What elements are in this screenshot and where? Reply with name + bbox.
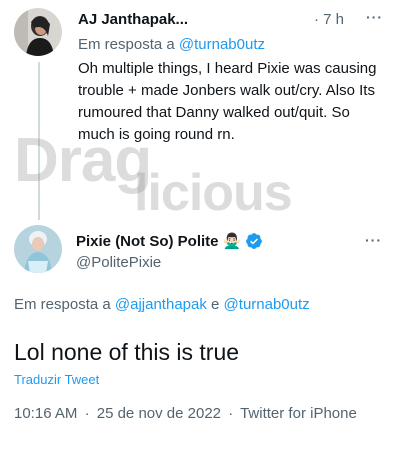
reply-mention-link[interactable]: @turnab0utz [179, 36, 265, 53]
tweet2-name-row: Pixie (Not So) Polite 🙅🏻‍♂️ [76, 232, 263, 250]
tweet-time[interactable]: 10:16 AM [14, 405, 77, 422]
tweet2-author-name[interactable]: Pixie (Not So) Polite [76, 233, 219, 250]
avatar-photo [14, 8, 62, 56]
tweet-source: Twitter for iPhone [240, 405, 357, 422]
reply-mention-link-1[interactable]: @ajjanthapak [115, 296, 207, 313]
reply-prefix: Em resposta a [14, 296, 111, 313]
tweet1-header: AJ Janthapak... · 7 h ··· [78, 9, 387, 31]
tweet1-reply-context: Em resposta a @turnab0utz [78, 36, 265, 53]
reply-prefix: Em resposta a [78, 36, 175, 53]
avatar-photo [14, 225, 62, 273]
reply-conjunction: e [211, 296, 220, 313]
tweet2-reply-context: Em resposta a @ajjanthapak e @turnab0utz [14, 296, 310, 313]
separator: · [228, 405, 234, 422]
tweet1-text: Oh multiple things, I heard Pixie was ca… [78, 60, 377, 143]
reply-mention-link-2[interactable]: @turnab0utz [224, 296, 310, 313]
tweet1-more-icon[interactable]: ··· [366, 9, 383, 25]
tweet2-handle[interactable]: @PolitePixie [76, 254, 161, 271]
tweet2-metadata: 10:16 AM · 25 de nov de 2022 · Twitter f… [14, 403, 374, 425]
person-gesturing-no-emoji: 🙅🏻‍♂️ [222, 233, 242, 250]
tweet2-avatar[interactable] [14, 225, 62, 273]
separator: · [84, 405, 90, 422]
thread-connector-line [38, 62, 40, 220]
tweet1-avatar[interactable] [14, 8, 62, 56]
translate-tweet-link[interactable]: Traduzir Tweet [14, 372, 99, 387]
tweet-date[interactable]: 25 de nov de 2022 [97, 405, 221, 422]
tweet1-author-name[interactable]: AJ Janthapak... [78, 11, 188, 28]
verified-badge-icon [245, 232, 263, 250]
watermark-line2: licious [134, 164, 293, 222]
tweet2-text: Lol none of this is true [14, 339, 240, 365]
tweet1-timestamp[interactable]: · 7 h [314, 11, 344, 28]
tweet2-more-icon[interactable]: ··· [365, 232, 382, 248]
